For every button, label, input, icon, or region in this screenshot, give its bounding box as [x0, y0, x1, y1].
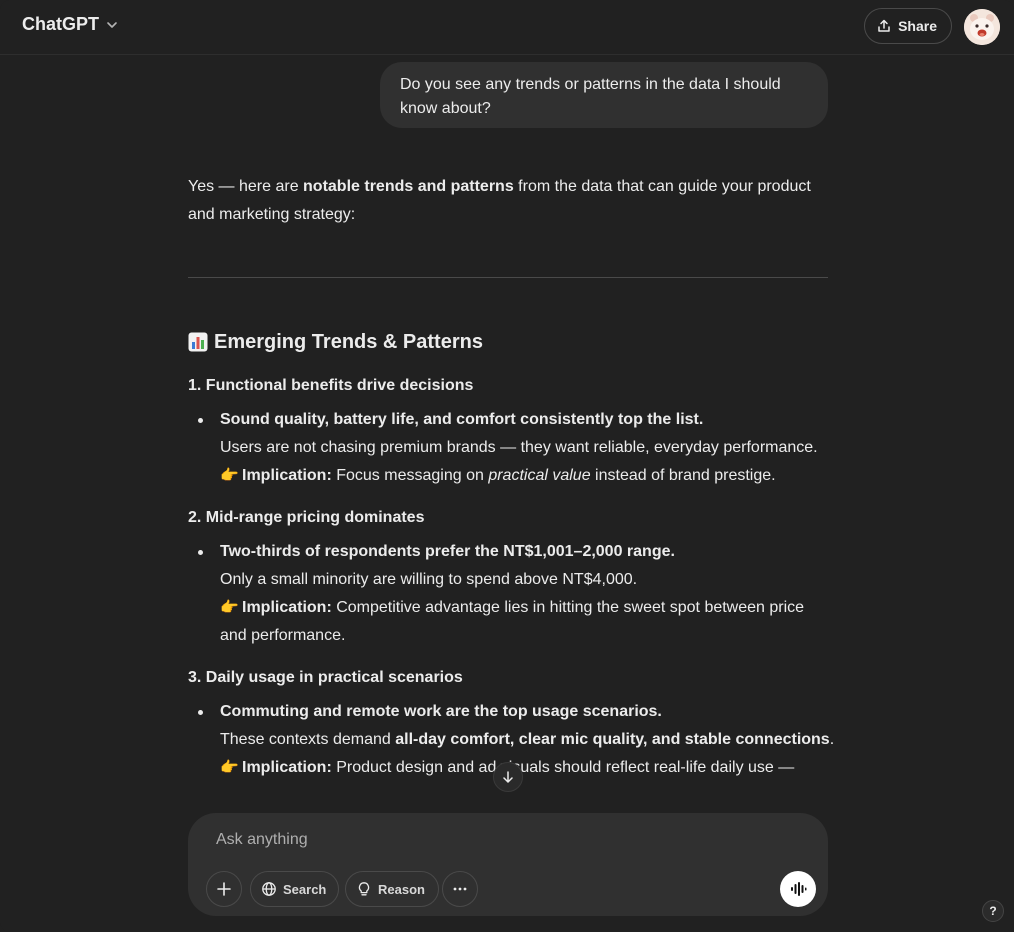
help-button[interactable]: ?	[982, 900, 1004, 922]
voice-waveform-icon	[791, 882, 807, 896]
chevron-down-icon	[107, 21, 117, 28]
user-message: Do you see any trends or patterns in the…	[380, 62, 828, 128]
share-button[interactable]: Share	[864, 8, 952, 44]
pointing-hand-icon: 👉	[220, 599, 239, 616]
lightbulb-icon	[358, 882, 370, 896]
response-intro: Yes — here are notable trends and patter…	[188, 178, 811, 223]
chat-window: ChatGPT Share Do you see any trends or p…	[0, 0, 1014, 932]
ellipsis-icon	[453, 887, 467, 891]
plus-icon	[217, 882, 231, 896]
more-options-button[interactable]	[442, 871, 478, 907]
prompt-input[interactable]: Ask anything	[216, 831, 308, 849]
header: ChatGPT Share	[0, 0, 1014, 55]
composer: Ask anything Search Reason	[188, 813, 828, 916]
share-icon	[878, 19, 890, 32]
reason-label: Reason	[378, 881, 425, 897]
avatar[interactable]	[964, 9, 1000, 45]
arrow-down-icon	[503, 771, 513, 783]
pointing-hand-icon: 👉	[220, 759, 239, 776]
scroll-to-bottom-button[interactable]	[493, 762, 523, 792]
section-title: 1. Functional benefits drive decisions	[188, 377, 474, 394]
search-button[interactable]: Search	[250, 871, 340, 907]
globe-icon	[262, 882, 276, 896]
section-title: 3. Daily usage in practical scenarios	[188, 669, 463, 686]
divider	[188, 277, 828, 278]
pointing-hand-icon: 👉	[220, 467, 239, 484]
avatar-image	[964, 9, 1000, 45]
share-label: Share	[898, 18, 937, 34]
add-attachment-button[interactable]	[206, 871, 242, 907]
reason-button[interactable]: Reason	[345, 871, 439, 907]
response-heading: Emerging Trends & Patterns	[188, 327, 483, 357]
model-title: ChatGPT	[22, 14, 100, 34]
bar-chart-icon	[188, 332, 208, 352]
search-label: Search	[283, 881, 327, 897]
section-title: 2. Mid-range pricing dominates	[188, 509, 425, 526]
list-item: Two-thirds of respondents prefer the NT$…	[198, 538, 835, 650]
list-item: Sound quality, battery life, and comfort…	[198, 406, 835, 490]
list-item: Commuting and remote work are the top us…	[198, 698, 835, 782]
model-switcher[interactable]: ChatGPT	[22, 14, 119, 35]
voice-mode-button[interactable]	[780, 871, 816, 907]
